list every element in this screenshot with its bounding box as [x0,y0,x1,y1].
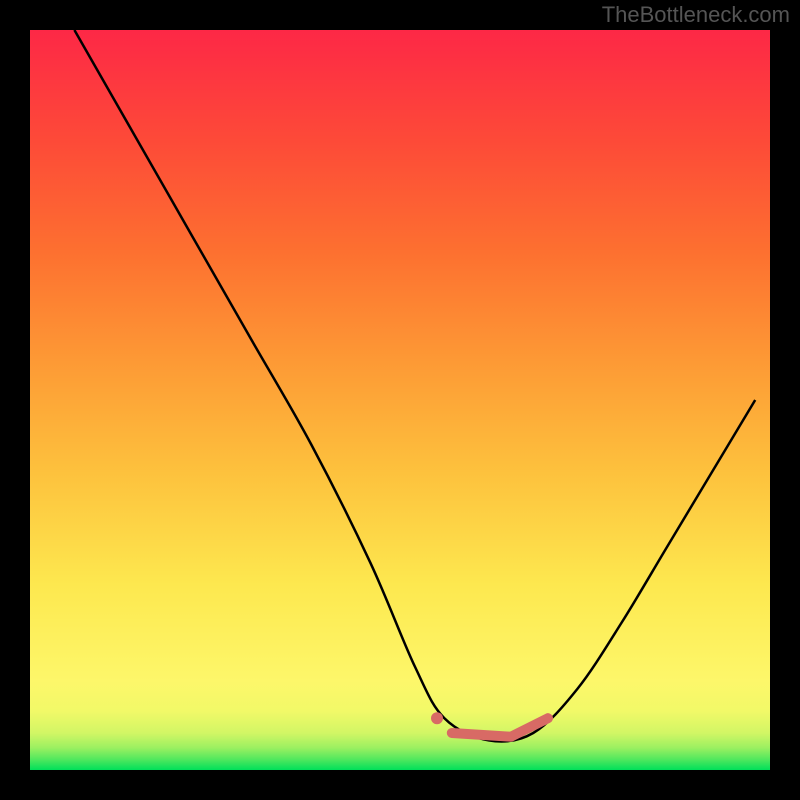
optimal-marker-dot [431,712,443,724]
watermark-text: TheBottleneck.com [602,2,790,28]
frame-bottom [0,770,800,800]
chart-container: TheBottleneck.com [0,0,800,800]
frame-left [0,0,30,800]
plot-background [30,30,770,770]
bottleneck-chart [0,0,800,800]
frame-right [770,0,800,800]
